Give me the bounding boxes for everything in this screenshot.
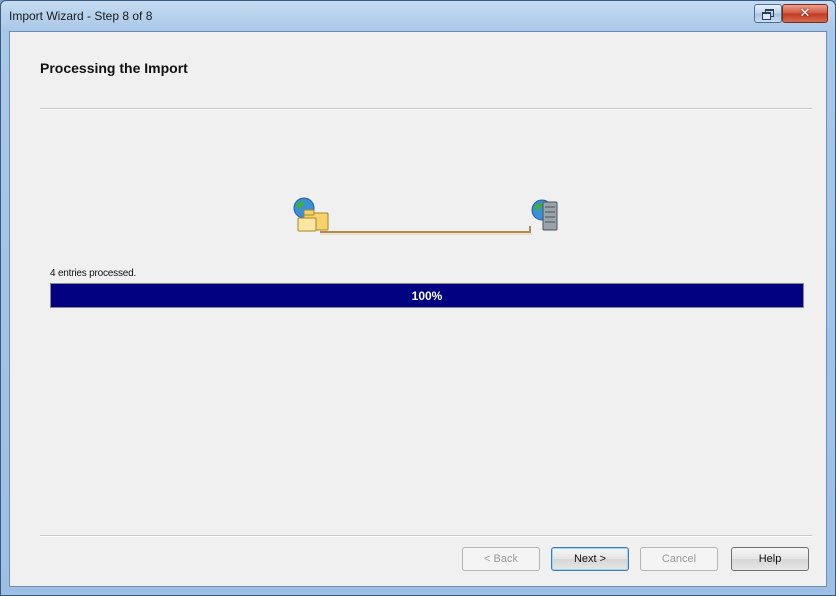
restore-button[interactable] (754, 4, 782, 23)
help-button[interactable]: Help (731, 547, 809, 571)
wizard-content: Processing the Import 4 entries processe… (9, 31, 827, 587)
cancel-button[interactable]: Cancel (640, 547, 718, 571)
transfer-line (320, 226, 531, 233)
back-button[interactable]: < Back (462, 547, 540, 571)
import-progress-bar: 100% (50, 283, 804, 308)
entries-processed-text: 4 entries processed. (50, 268, 137, 279)
page-title: Processing the Import (40, 60, 188, 76)
transfer-animation (293, 197, 558, 235)
import-wizard-window: Import Wizard - Step 8 of 8 ✕ Processing… (0, 0, 836, 596)
close-button[interactable]: ✕ (782, 4, 828, 23)
title-bar[interactable]: Import Wizard - Step 8 of 8 ✕ (1, 1, 835, 31)
window-title: Import Wizard - Step 8 of 8 (9, 9, 153, 23)
close-icon: ✕ (799, 6, 811, 21)
globe-folder-icon (293, 197, 329, 232)
footer-divider (40, 535, 812, 537)
globe-server-icon (531, 199, 558, 231)
header-divider (40, 108, 812, 110)
progress-percent-label: 100% (411, 288, 443, 303)
next-button[interactable]: Next > (551, 547, 629, 571)
restore-icon (762, 9, 774, 20)
